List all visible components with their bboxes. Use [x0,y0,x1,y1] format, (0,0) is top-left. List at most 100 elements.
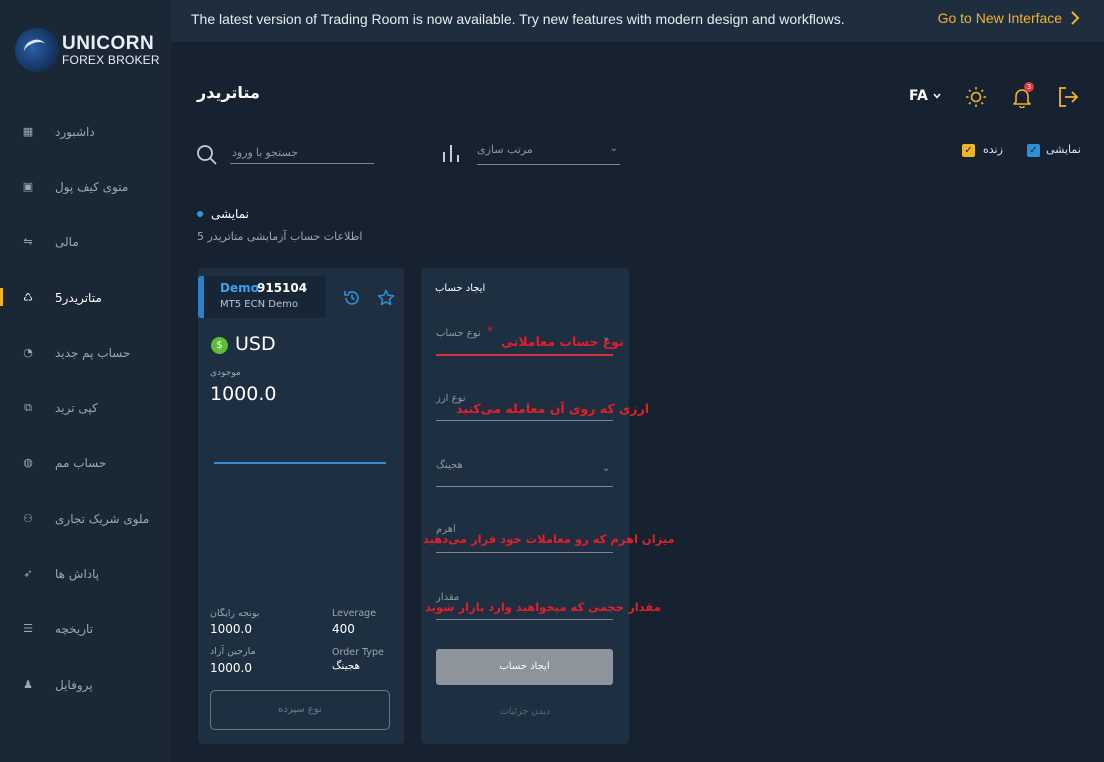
live-checkbox-label: زنده [983,143,1003,156]
banner-text: The latest version of Trading Room is no… [191,11,845,27]
sidebar-item-rewards[interactable]: ➶ پاداش ها [0,546,171,601]
sidebar-item-profile[interactable]: ♟ پروفایل [0,657,171,712]
chevron-down-icon [933,93,941,99]
account-number: 915104 [257,281,308,295]
copy-icon: ⧉ [24,401,32,415]
user-icon: ♟ [23,677,33,691]
page-title: متاتریدر [197,83,260,102]
banner-link-label: Go to New Interface [937,10,1063,26]
account-type-underline [436,354,613,356]
check-icon: ✓ [964,145,973,156]
status-dot [197,211,203,217]
account-type-label: نوع حساب [436,328,481,339]
dollar-coin-icon: $ [211,337,228,354]
sidebar-nav: ▦ داشبورد ▣ متوی کیف پول ⇋ مالی ♺ متاتری… [0,104,171,712]
search-box [196,140,374,166]
required-marker: * [487,324,493,338]
rocket-icon: ➶ [23,567,33,581]
account-type: MT5 ECN Demo [220,299,298,310]
section-title: نمایشی [211,207,249,221]
order-type-label: Order Type [332,647,384,658]
sidebar: UNICORN FOREX BROKER ▦ داشبورد ▣ متوی کی… [0,0,171,762]
hedging-underline [436,486,613,487]
sort-select[interactable]: مرتب سازی ⌄ [477,140,620,165]
amount-annotation: مقدار حجمی که میخواهید وارد بازار شوید [425,600,661,614]
search-input[interactable] [230,142,374,164]
history-icon[interactable] [343,289,361,307]
check-icon: ✓ [1029,145,1038,156]
leverage-annotation: میزان اهرم که رو معاملات خود قرار می‌دهی… [423,532,675,546]
list-icon: ☰ [23,622,33,636]
brand-logo[interactable]: UNICORN FOREX BROKER [15,28,160,72]
sun-theme-icon[interactable] [965,86,987,108]
free-margin-label: مارجین آزاد [210,646,256,657]
sidebar-item-new-pamm[interactable]: ◔ حساب پم جدید [0,325,171,380]
language-label: FA [909,88,928,104]
unicorn-logo-icon [15,28,59,72]
sidebar-item-dashboard[interactable]: ▦ داشبورد [0,104,171,159]
sidebar-item-mam[interactable]: ◍ حساب مم [0,436,171,491]
balance-value: 1000.0 [210,383,277,405]
sidebar-item-finance[interactable]: ⇋ مالی [0,215,171,270]
balance-label: موجودی [210,368,241,378]
sidebar-item-label: پاداش ها [55,567,100,582]
create-account-button[interactable]: ایجاد حساب [436,649,613,685]
sidebar-item-label: حساب پم جدید [55,345,131,360]
demo-checkbox-label: نمایشی [1046,143,1081,156]
search-icon[interactable] [196,144,218,166]
leverage-value: 400 [332,622,355,636]
sidebar-item-metatrader5[interactable]: ♺ متاتریدر5 [0,270,171,325]
sidebar-item-label: ملوی شریک تجاری [55,511,150,526]
sidebar-item-label: حساب مم [55,456,107,471]
notification-count-badge: 3 [1024,82,1034,92]
sidebar-item-label: متوی کیف پول [55,179,129,194]
demo-checkbox[interactable]: ✓ [1027,144,1040,157]
bar-chart-icon [443,145,459,162]
sidebar-item-label: کپی ترید [55,401,98,416]
sidebar-item-wallet[interactable]: ▣ متوی کیف پول [0,159,171,214]
sidebar-item-label: داشبورد [55,124,95,139]
account-label: Demo [220,281,259,295]
sidebar-item-copy-trade[interactable]: ⧉ کپی ترید [0,380,171,435]
free-bonus-value: 1000.0 [210,622,252,636]
go-to-new-interface-link[interactable]: Go to New Interface [938,10,1080,26]
sidebar-item-label: پروفایل [55,677,93,692]
sidebar-item-partner[interactable]: ⚇ ملوی شریک تجاری [0,491,171,546]
logout-icon[interactable] [1057,86,1079,108]
sidebar-item-label: مالی [55,235,79,250]
partner-icon: ⚇ [23,511,33,525]
section-subtitle: اطلاعات حساب آزمایشی متاتریدر 5 [197,230,363,243]
currency-annotation: ارزی که روی آن معامله می‌کنید [456,401,650,416]
grid-icon: ▦ [22,124,34,138]
update-banner: The latest version of Trading Room is no… [171,0,1104,42]
sidebar-item-history[interactable]: ☰ تاریخچه [0,602,171,657]
sidebar-item-label: متاتریدر5 [55,290,102,305]
chevron-down-icon: ⌄ [602,463,611,474]
leverage-label: Leverage [332,608,377,619]
metatrader-icon: ♺ [23,290,33,304]
deposit-type-button[interactable]: نوع سپرده [210,690,390,730]
sort-label: مرتب سازی [477,143,533,156]
hedging-label: هجینگ [436,460,463,471]
star-icon[interactable] [377,289,395,307]
currency-underline [436,420,613,421]
sort-control: مرتب سازی ⌄ [440,140,620,166]
chevron-down-icon: ⌄ [609,143,618,154]
account-header: Demo 915104 MT5 ECN Demo [198,276,326,318]
live-checkbox[interactable]: ✓ [962,144,975,157]
chevron-down-icon: ⌄ [602,332,611,343]
language-selector[interactable]: FA [909,88,941,104]
view-details-link[interactable]: دیدن جزئیات [421,706,629,717]
globe-icon: ◍ [23,456,33,470]
form-title: ایجاد حساب [435,283,486,294]
brand-name: UNICORN [62,33,155,54]
wallet-icon: ▣ [22,179,34,193]
transfer-icon: ⇋ [23,235,33,249]
order-type-value: هجینگ [332,660,361,672]
free-margin-value: 1000.0 [210,661,252,675]
amount-underline [436,619,613,620]
account-card: Demo 915104 MT5 ECN Demo $ USD موجودی 10… [198,268,404,744]
brand-subtitle: FOREX BROKER [62,53,160,67]
clock-icon: ◔ [23,345,33,359]
chevron-right-icon [1071,11,1080,25]
